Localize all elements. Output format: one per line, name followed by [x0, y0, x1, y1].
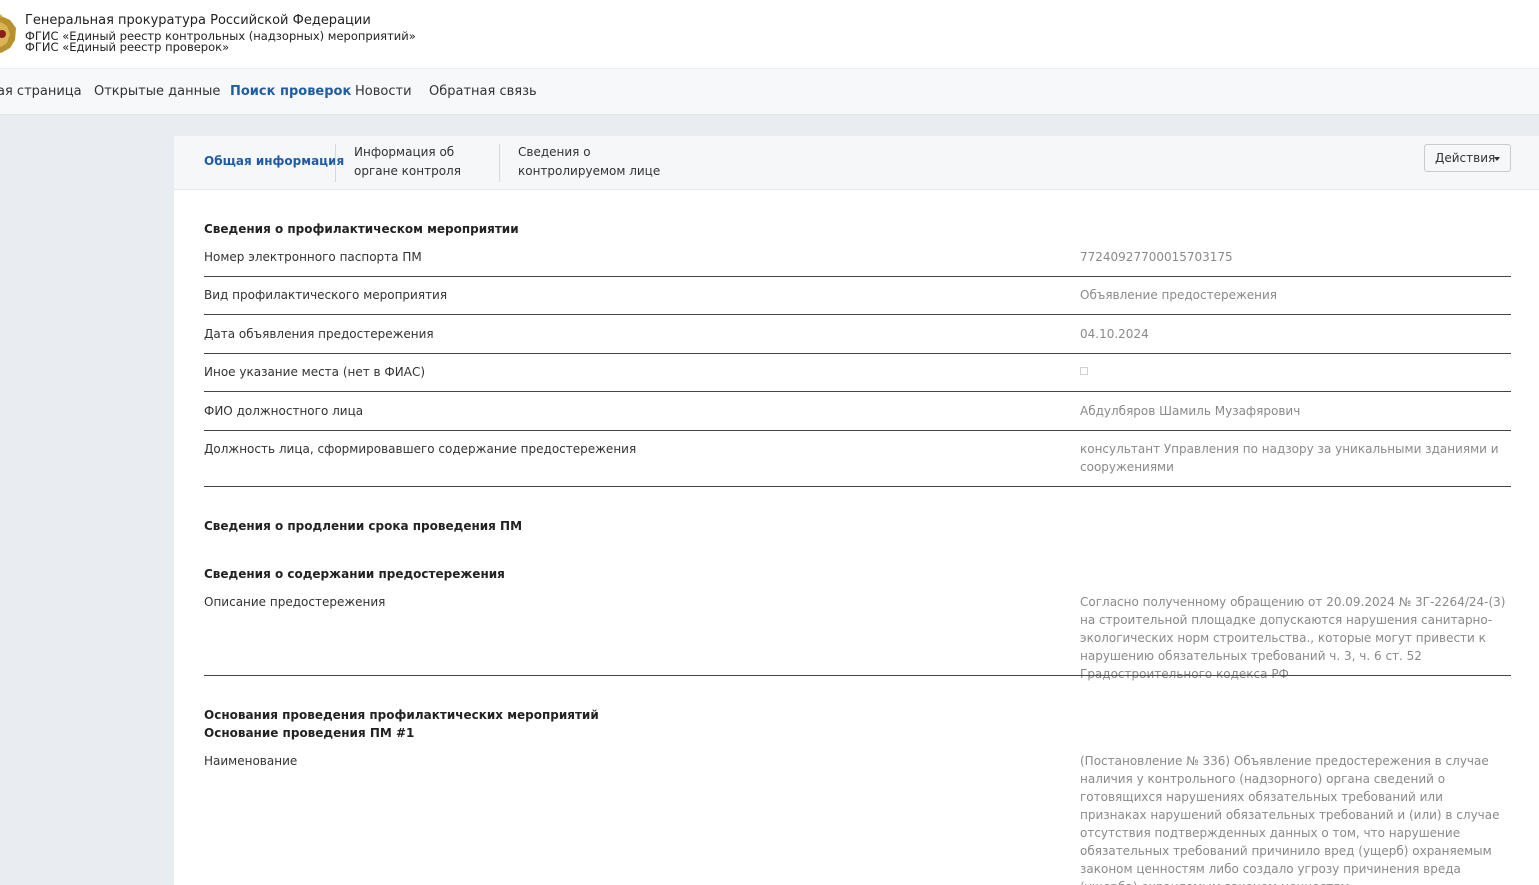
actions-dropdown-button[interactable]: Действия — [1424, 144, 1511, 172]
field-value-warning-date: 04.10.2024 — [1080, 327, 1149, 341]
row-divider — [204, 314, 1511, 315]
coat-of-arms-icon[interactable] — [0, 12, 17, 56]
field-value-passport-number: 77240927700015703175 — [1080, 250, 1233, 264]
field-label-warning-date: Дата объявления предостережения — [204, 327, 434, 341]
row-divider — [204, 391, 1511, 392]
row-divider — [204, 486, 1511, 487]
section-title-grounds: Основания проведения профилактических ме… — [204, 708, 599, 722]
field-label-other-location: Иное указание места (нет в ФИАС) — [204, 365, 426, 379]
record-tabs: Общая информация Информация об органе ко… — [174, 136, 1539, 190]
registry-title-2: ФГИС «Единый реестр проверок» — [25, 40, 230, 54]
site-header: Генеральная прокуратура Российской Федер… — [0, 0, 1539, 68]
field-label-official-position: Должность лица, сформировавшего содержан… — [204, 442, 637, 456]
row-divider — [204, 276, 1511, 277]
tab-controlled-entity[interactable]: Сведения о контролируемом лице — [518, 143, 660, 181]
field-value-warning-description: Согласно полученному обращению от 20.09.… — [1080, 595, 1506, 681]
org-title: Генеральная прокуратура Российской Федер… — [25, 13, 371, 28]
other-location-checkbox[interactable] — [1080, 367, 1088, 375]
section-subtitle-ground-1: Основание проведения ПМ #1 — [204, 726, 415, 740]
section-title-event-info: Сведения о профилактическом мероприятии — [204, 222, 519, 236]
nav-open-data[interactable]: Открытые данные — [94, 84, 220, 99]
field-label-ground-name: Наименование — [204, 754, 298, 768]
tab-control-body[interactable]: Информация об органе контроля — [354, 143, 461, 181]
row-divider — [204, 675, 1511, 676]
record-card: Общая информация Информация об органе ко… — [174, 136, 1539, 885]
field-value-official-name: Абдулбяров Шамиль Музафярович — [1080, 404, 1301, 418]
row-divider — [204, 353, 1511, 354]
field-label-passport-number: Номер электронного паспорта ПМ — [204, 250, 422, 264]
nav-feedback[interactable]: Обратная связь — [429, 84, 537, 99]
tab-divider — [499, 144, 500, 182]
field-label-event-type: Вид профилактического мероприятия — [204, 288, 448, 302]
caret-down-icon — [1494, 157, 1500, 161]
row-divider — [204, 430, 1511, 431]
tab-divider — [335, 144, 336, 182]
section-title-warning-content: Сведения о содержании предостережения — [204, 567, 505, 581]
nav-home[interactable]: ая страница — [0, 84, 82, 99]
section-title-extension: Сведения о продлении срока проведения ПМ — [204, 519, 523, 533]
field-value-official-position: консультант Управления по надзору за уни… — [1080, 442, 1499, 474]
nav-search-inspections[interactable]: Поиск проверок — [230, 84, 351, 99]
tab-general-info[interactable]: Общая информация — [204, 152, 344, 171]
nav-news[interactable]: Новости — [355, 84, 412, 99]
field-label-official-name: ФИО должностного лица — [204, 404, 364, 418]
field-value-ground-name: (Постановление № 336) Объявление предост… — [1080, 754, 1500, 885]
field-label-warning-description: Описание предостережения — [204, 595, 386, 609]
field-value-event-type: Объявление предостережения — [1080, 288, 1278, 302]
main-nav: ая страница Открытые данные Поиск провер… — [0, 68, 1539, 115]
